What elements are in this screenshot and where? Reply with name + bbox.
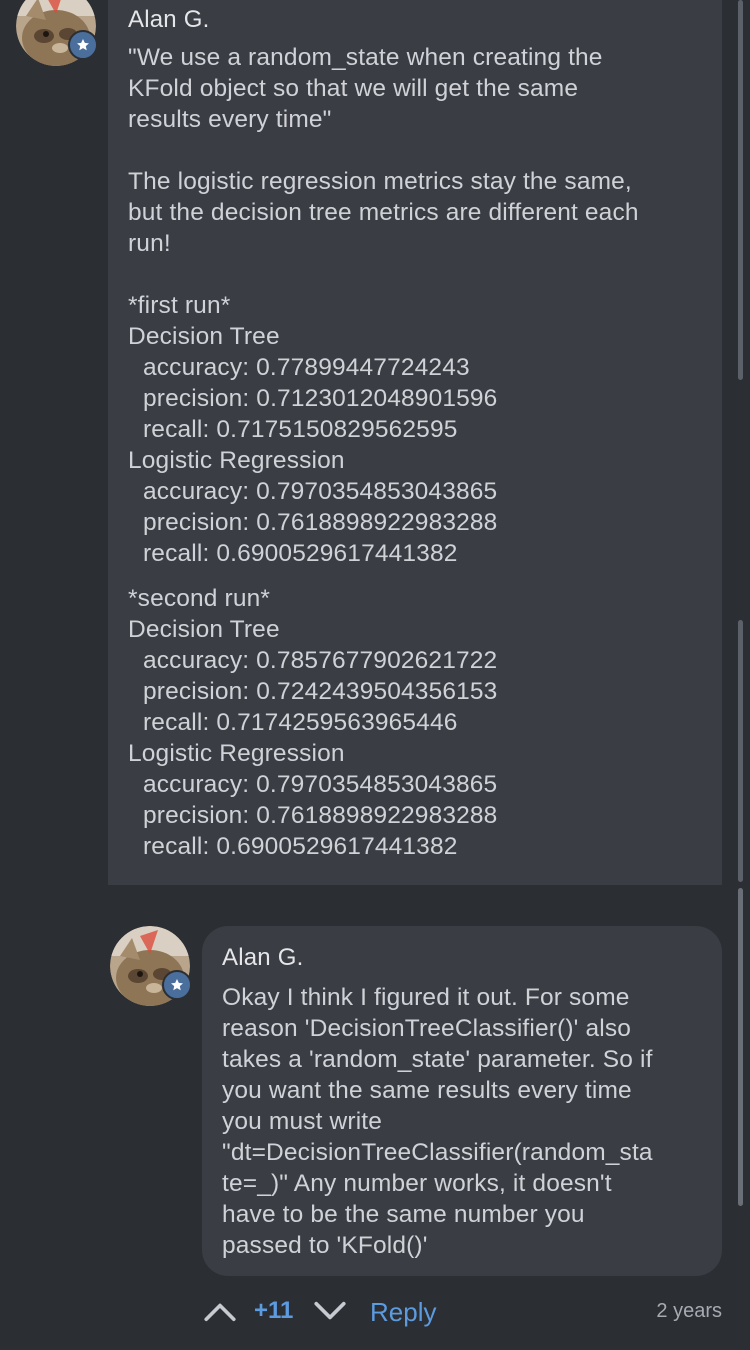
metric-accuracy: accuracy: 0.77899447724243 [143, 354, 470, 381]
comment-timestamp: 2 years [656, 1300, 722, 1322]
metric-accuracy: accuracy: 0.7970354853043865 [143, 478, 498, 505]
metric-precision: precision: 0.7123012048901596 [143, 385, 498, 412]
model-name: Logistic Regression [128, 740, 345, 767]
metric-recall: recall: 0.7175150829562595 [143, 416, 458, 443]
scrollbar-thumb[interactable] [738, 620, 743, 882]
comment-actions: +11 Reply 2 years [200, 1290, 722, 1334]
comment-author[interactable]: Alan G. [222, 944, 303, 972]
scrollbar-thumb[interactable] [738, 0, 743, 380]
chevron-down-icon [314, 1301, 346, 1320]
scrollbar-thumb[interactable] [738, 888, 743, 1206]
comment-body: Okay I think I figured it out. For some … [222, 984, 653, 1259]
avatar[interactable] [16, 0, 98, 66]
metric-precision: precision: 0.7242439504356153 [143, 678, 498, 705]
downvote-button[interactable] [312, 1296, 348, 1326]
reply-button[interactable]: Reply [370, 1297, 436, 1328]
metric-accuracy: accuracy: 0.7970354853043865 [143, 771, 498, 798]
star-icon [171, 979, 183, 991]
moderator-badge [162, 970, 192, 1000]
moderator-badge [68, 30, 98, 60]
metric-accuracy: accuracy: 0.7857677902621722 [143, 647, 498, 674]
run-results: *first run* Decision Tree accuracy: 0.77… [128, 290, 497, 569]
star-icon [77, 39, 89, 51]
comment-author[interactable]: Alan G. [128, 6, 209, 34]
model-name: Logistic Regression [128, 447, 345, 474]
model-name: Decision Tree [128, 323, 280, 350]
comment-thread: Alan G. "We use a random_state when crea… [0, 0, 750, 1350]
metric-recall: recall: 0.6900529617441382 [143, 833, 458, 860]
metric-precision: precision: 0.7618898922983288 [143, 509, 498, 536]
run-heading: *second run* [128, 585, 271, 612]
chevron-up-icon [204, 1303, 236, 1322]
model-name: Decision Tree [128, 616, 280, 643]
upvote-button[interactable] [202, 1296, 238, 1326]
metric-recall: recall: 0.7174259563965446 [143, 709, 458, 736]
run-results: *second run* Decision Tree accuracy: 0.7… [128, 583, 497, 862]
metric-recall: recall: 0.6900529617441382 [143, 540, 458, 567]
vote-score: +11 [254, 1297, 294, 1324]
avatar[interactable] [110, 926, 192, 1006]
metric-precision: precision: 0.7618898922983288 [143, 802, 498, 829]
run-heading: *first run* [128, 292, 231, 319]
comment-body: "We use a random_state when creating the… [128, 44, 639, 257]
